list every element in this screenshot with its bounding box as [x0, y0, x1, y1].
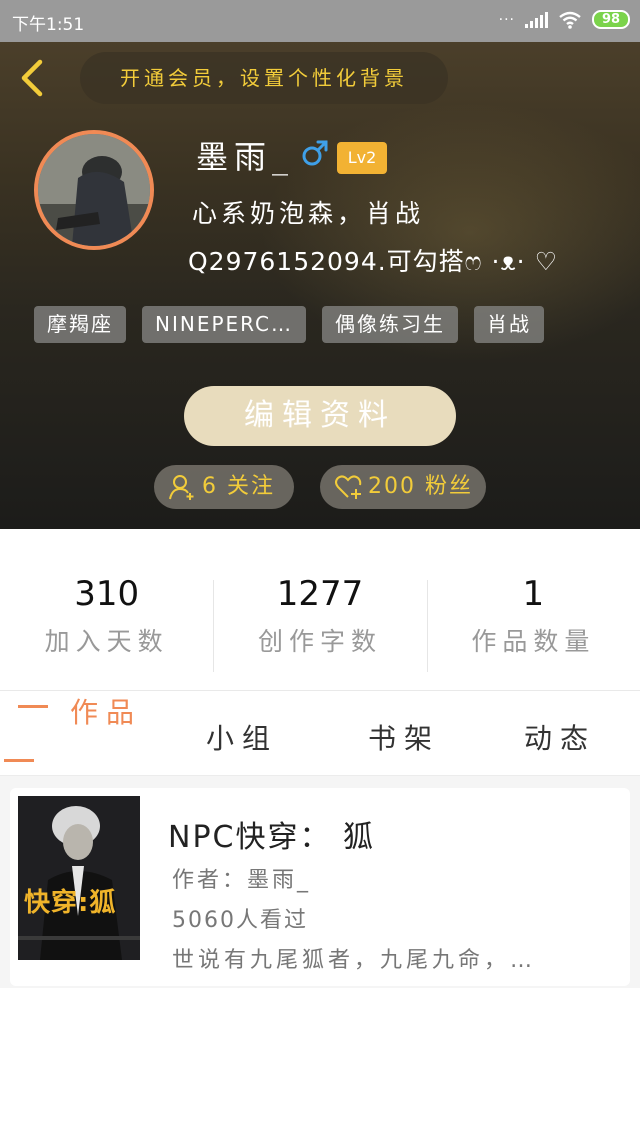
stat-value: 310 — [74, 574, 140, 614]
active-tab-indicator — [18, 705, 48, 708]
stat-label: 作品数量 — [471, 627, 596, 656]
bio-line-1: 心系奶泡森，肖战 — [192, 199, 425, 228]
stat-works-count: 1 作品数量 — [426, 572, 640, 672]
avatar[interactable] — [34, 130, 154, 250]
tag-nineperc[interactable]: NINEPERC… — [142, 306, 307, 343]
level-badge: Lv2 — [337, 142, 387, 174]
content-tabs: 作品 小组 书架 动态 — [0, 690, 640, 776]
work-views: 5060人看过 — [172, 908, 308, 933]
edit-profile-button[interactable]: 编辑资料 — [184, 386, 456, 446]
battery-indicator: 98 — [592, 10, 630, 29]
tag-xiao-zhan[interactable]: 肖战 — [474, 306, 545, 343]
heart-plus-icon — [335, 475, 362, 499]
status-bar: 下午1:51 ··· 98 — [0, 0, 640, 42]
username: 墨雨_ — [196, 138, 295, 176]
tag-zodiac[interactable]: 摩羯座 — [34, 306, 126, 343]
tab-groups[interactable]: 小组 — [206, 717, 278, 757]
work-title[interactable]: NPC快穿： 狐 — [168, 812, 375, 856]
stat-label: 加入天数 — [44, 627, 169, 656]
wifi-icon — [559, 11, 581, 29]
tab-bookshelf[interactable]: 书架 — [368, 717, 440, 757]
tab-works[interactable]: 作品 — [70, 691, 142, 731]
book-cover-image — [18, 796, 140, 960]
profile-header: 开通会员，设置个性化背景 墨雨_ Lv2 心系奶泡森，肖战 Q297615209… — [0, 42, 640, 529]
work-author: 作者：墨雨_ — [172, 868, 312, 893]
stat-value: 1 — [522, 574, 545, 614]
signal-bars-icon — [525, 11, 548, 28]
stat-label: 创作字数 — [257, 627, 382, 656]
active-tab-underline — [4, 759, 34, 762]
avatar-image — [38, 134, 150, 246]
tag-list: 摩羯座 NINEPERC… 偶像练习生 肖战 — [34, 306, 545, 343]
add-user-icon — [169, 475, 194, 500]
profile-stats: 310 加入天数 1277 创作字数 1 作品数量 — [0, 572, 640, 672]
works-list: 快穿:狐 NPC快穿： 狐 作者：墨雨_ 5060人看过 世说有九尾狐者，九尾九… — [0, 776, 640, 988]
bio-line-2: Q2976152094.可勾搭ෆ ·ᴥ· ♡ — [188, 247, 558, 276]
tab-moments[interactable]: 动态 — [524, 717, 596, 757]
more-dots-icon: ··· — [498, 11, 515, 28]
vip-banner[interactable]: 开通会员，设置个性化背景 — [80, 52, 448, 104]
stat-words-written: 1277 创作字数 — [213, 572, 426, 672]
following-label: 6 关注 — [202, 474, 275, 499]
work-description: 世说有九尾狐者，九尾九命，… — [172, 948, 537, 973]
work-card[interactable]: 快穿:狐 NPC快穿： 狐 作者：墨雨_ 5060人看过 世说有九尾狐者，九尾九… — [10, 788, 630, 986]
book-cover-title: 快穿:狐 — [24, 888, 117, 918]
book-cover: 快穿:狐 — [18, 796, 140, 960]
stat-value: 1277 — [276, 574, 364, 614]
fans-label: 200 粉丝 — [368, 474, 473, 499]
male-icon — [302, 140, 328, 166]
stat-days-joined: 310 加入天数 — [0, 572, 213, 672]
status-icons: ··· 98 — [499, 10, 630, 29]
chevron-left-icon[interactable] — [16, 58, 50, 98]
status-time: 下午1:51 — [12, 15, 85, 35]
tag-idol-producer[interactable]: 偶像练习生 — [322, 306, 459, 343]
following-button[interactable]: 6 关注 — [154, 465, 294, 509]
fans-button[interactable]: 200 粉丝 — [320, 465, 486, 509]
